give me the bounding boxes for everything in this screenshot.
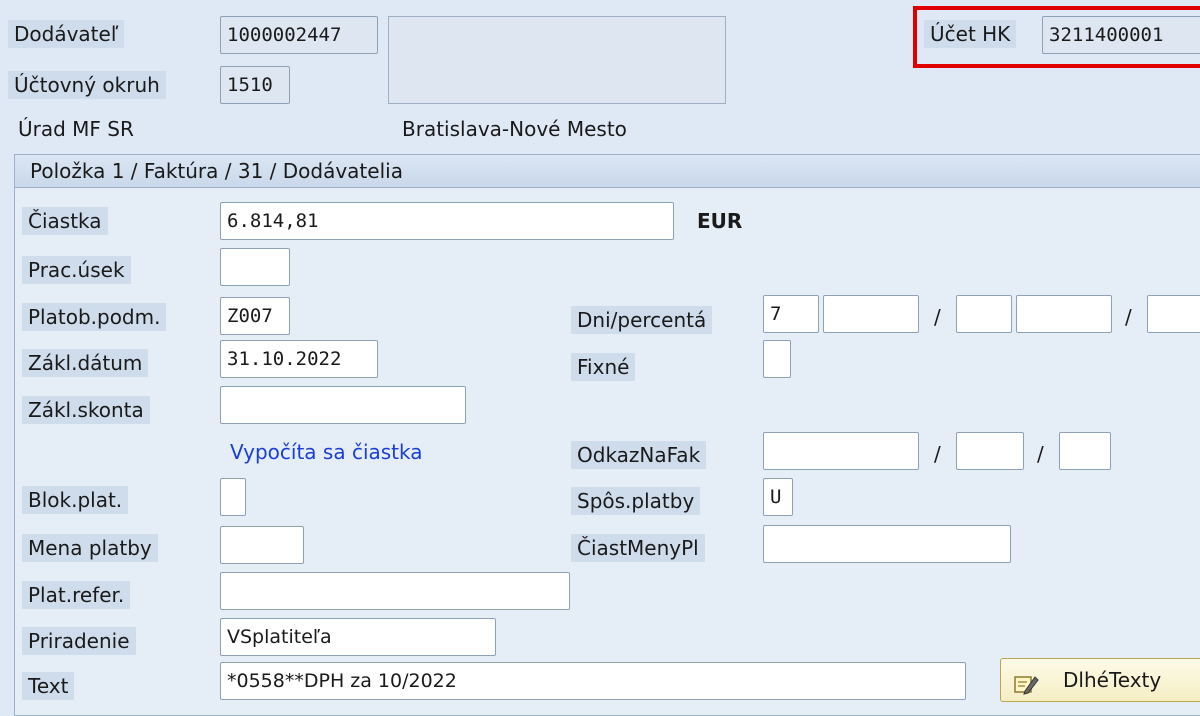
- amount-field[interactable]: 6.814,81: [220, 202, 674, 240]
- invoice-ref-field[interactable]: [763, 432, 919, 470]
- amount-label: Čiastka: [22, 207, 108, 235]
- percent-field-2[interactable]: [1016, 295, 1112, 333]
- days-field-2[interactable]: [956, 295, 1012, 333]
- payment-method-label: Spôs.platby: [571, 487, 701, 515]
- item-panel-title: Položka 1 / Faktúra / 31 / Dodávatelia: [30, 159, 403, 183]
- slash-separator: /: [934, 442, 941, 466]
- payment-currency-label: Mena platby: [22, 534, 158, 562]
- long-texts-button[interactable]: DlhéTexty: [1000, 658, 1200, 702]
- org-name-text: Úrad MF SR: [18, 117, 134, 141]
- city-text: Bratislava-Nové Mesto: [402, 117, 627, 141]
- redacted-vendor-name: [388, 16, 726, 104]
- payment-currency-amount-field[interactable]: [763, 525, 1011, 563]
- invoice-ref-item-field[interactable]: [1059, 432, 1111, 470]
- base-date-label: Zákl.dátum: [22, 349, 149, 377]
- payment-method-field[interactable]: U: [763, 478, 793, 516]
- payment-block-field[interactable]: [220, 478, 246, 516]
- vendor-field[interactable]: 1000002447: [220, 16, 378, 54]
- slash-separator: /: [1037, 442, 1044, 466]
- payment-currency-field[interactable]: [220, 526, 304, 564]
- invoice-ref-year-field[interactable]: [956, 432, 1024, 470]
- payment-terms-field[interactable]: Z007: [220, 297, 290, 335]
- discount-base-label: Zákl.skonta: [22, 396, 150, 424]
- payment-terms-label: Platob.podm.: [22, 303, 167, 331]
- fixed-checkbox[interactable]: [763, 340, 791, 378]
- text-field[interactable]: *0558**DPH za 10/2022: [220, 662, 966, 700]
- payment-currency-amount-label: ČiastMenyPl: [571, 534, 705, 562]
- assignment-field[interactable]: VSplatiteľa: [220, 618, 496, 656]
- company-code-field[interactable]: 1510: [220, 66, 290, 104]
- base-date-field[interactable]: 31.10.2022: [220, 340, 378, 378]
- discount-base-field[interactable]: [220, 386, 466, 424]
- calculate-amount-link[interactable]: Vypočíta sa čiastka: [230, 438, 423, 466]
- days-field-1[interactable]: 7: [763, 295, 819, 333]
- business-area-field[interactable]: [220, 248, 290, 286]
- fixed-label: Fixné: [571, 353, 636, 381]
- invoice-ref-label: OdkazNaFak: [571, 441, 707, 469]
- long-texts-button-label: DlhéTexty: [1063, 668, 1162, 692]
- payment-reference-label: Plat.refer.: [22, 581, 131, 609]
- edit-text-icon: [1013, 668, 1039, 695]
- percent-field-1[interactable]: [823, 295, 919, 333]
- days-field-3[interactable]: [1147, 295, 1200, 333]
- company-code-label: Účtovný okruh: [8, 71, 166, 99]
- assignment-label: Priradenie: [22, 627, 136, 655]
- payment-reference-field[interactable]: [220, 572, 570, 610]
- slash-separator: /: [1125, 305, 1132, 329]
- days-percent-label: Dni/percentá: [571, 306, 713, 334]
- slash-separator: /: [934, 305, 941, 329]
- payment-block-label: Blok.plat.: [22, 486, 129, 514]
- vendor-label: Dodávateľ: [8, 20, 125, 48]
- business-area-label: Prac.úsek: [22, 256, 131, 284]
- currency-text: EUR: [697, 209, 743, 233]
- highlight-box: [913, 6, 1200, 68]
- text-label: Text: [22, 672, 75, 700]
